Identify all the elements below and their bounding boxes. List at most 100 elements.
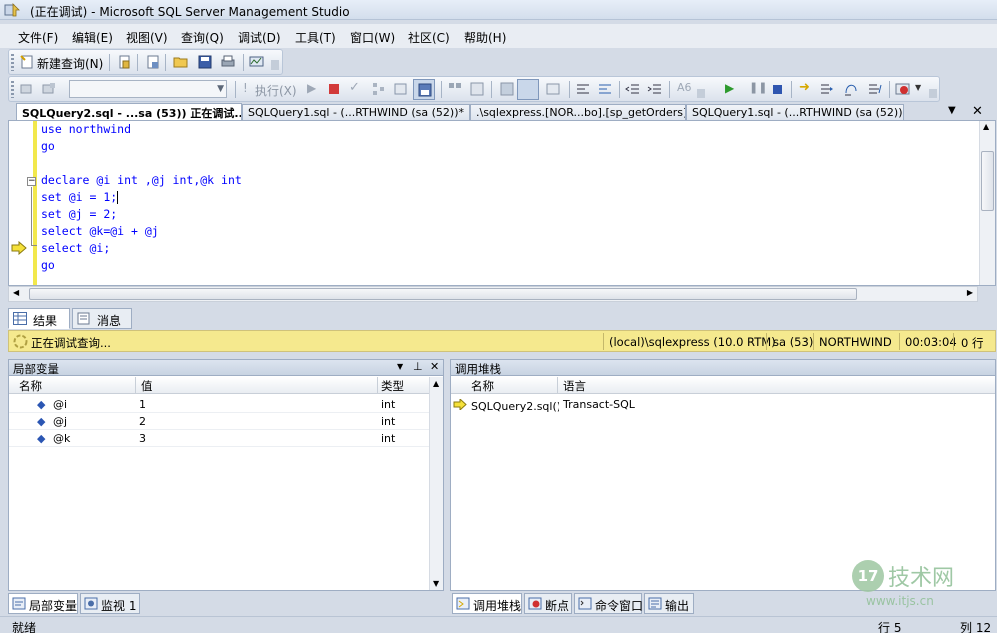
- menu-tools[interactable]: 工具(T): [295, 29, 336, 46]
- scroll-up-icon[interactable]: ▲: [433, 379, 439, 388]
- print-icon[interactable]: [220, 54, 236, 70]
- column-header-type[interactable]: 类型: [381, 378, 404, 394]
- locals-row[interactable]: ◆ @i 1 int: [9, 396, 429, 413]
- save-icon[interactable]: [197, 54, 213, 70]
- variable-value[interactable]: 1: [139, 398, 146, 411]
- parse-check-icon[interactable]: ✓: [349, 80, 360, 95]
- scrollbar-thumb[interactable]: [29, 288, 857, 300]
- column-header-name[interactable]: 名称: [19, 378, 42, 394]
- code-line: declare @i int ,@j int,@k int: [41, 173, 242, 187]
- pause-icon[interactable]: ❚❚: [749, 81, 767, 94]
- scrollbar-thumb[interactable]: [981, 151, 994, 211]
- code-line: go: [41, 258, 55, 272]
- step-out-icon[interactable]: [867, 81, 883, 97]
- collapse-region-icon[interactable]: −: [27, 177, 36, 186]
- change-connection-icon[interactable]: [41, 81, 57, 97]
- ssms-app-icon[interactable]: [4, 2, 20, 18]
- toolbar-overflow-icon[interactable]: [929, 89, 937, 98]
- include-plan-icon[interactable]: [499, 81, 515, 97]
- toolbar-grip[interactable]: [11, 54, 14, 71]
- increase-indent-icon[interactable]: [647, 81, 663, 97]
- database-engine-query-icon[interactable]: [117, 54, 133, 70]
- client-statistics-toggle[interactable]: [517, 79, 539, 100]
- debug-start-icon[interactable]: ▶: [307, 81, 316, 95]
- tab-list-dropdown-icon[interactable]: ▼: [948, 105, 956, 116]
- scroll-up-icon[interactable]: ▲: [983, 122, 989, 131]
- variable-value[interactable]: 3: [139, 432, 146, 445]
- sql-editor[interactable]: − use northwind go declare @i int ,@j in…: [8, 120, 996, 286]
- results-grid-icon[interactable]: [545, 81, 561, 97]
- toolbar-separator: [109, 54, 110, 71]
- editor-horizontal-scrollbar[interactable]: ◀ ▶: [8, 286, 978, 302]
- open-folder-icon[interactable]: [173, 54, 189, 70]
- tab-sqlquery1-modified[interactable]: SQLQuery1.sql - (...RTHWIND (sa (52))*: [242, 104, 470, 120]
- column-divider[interactable]: [135, 377, 136, 394]
- connect-icon[interactable]: [19, 81, 35, 97]
- editor-vertical-scrollbar[interactable]: ▲: [979, 121, 995, 285]
- toolbar-grip[interactable]: [11, 81, 14, 98]
- execute-button[interactable]: 执行(X): [255, 82, 297, 99]
- scroll-right-icon[interactable]: ▶: [967, 288, 973, 297]
- decrease-indent-icon[interactable]: [625, 81, 641, 97]
- scroll-left-icon[interactable]: ◀: [13, 288, 19, 297]
- new-query-button[interactable]: 新建查询(N): [37, 55, 103, 72]
- scroll-down-icon[interactable]: ▼: [433, 579, 439, 588]
- step-into-icon[interactable]: [819, 81, 835, 97]
- menu-file[interactable]: 文件(F): [18, 29, 58, 46]
- editor-gutter[interactable]: [9, 121, 27, 285]
- toolbar-overflow-icon[interactable]: [697, 89, 705, 98]
- breakpoints-window-icon[interactable]: [895, 81, 911, 97]
- tab-messages[interactable]: 消息: [72, 308, 132, 329]
- callstack-row[interactable]: SQLQuery2.sql() 行 Transact-SQL: [451, 396, 995, 413]
- column-divider[interactable]: [557, 377, 558, 394]
- tab-output[interactable]: 输出: [644, 593, 694, 614]
- auto-hide-pin-icon[interactable]: ⊥: [413, 360, 423, 373]
- menu-edit[interactable]: 编辑(E): [72, 29, 113, 46]
- toolbar-overflow-icon[interactable]: [271, 60, 279, 70]
- database-select[interactable]: ▼: [69, 80, 227, 98]
- column-header-value[interactable]: 值: [141, 378, 153, 394]
- menu-window[interactable]: 窗口(W): [350, 29, 395, 46]
- column-divider[interactable]: [377, 377, 378, 394]
- results-to-grid-icon[interactable]: [469, 81, 485, 97]
- display-plan-icon[interactable]: [371, 81, 387, 97]
- tab-call-stack[interactable]: 调用堆栈: [452, 593, 522, 614]
- show-next-statement-icon[interactable]: ➜: [799, 80, 810, 95]
- tab-locals[interactable]: 局部变量: [8, 593, 78, 614]
- close-icon[interactable]: ✕: [430, 360, 439, 373]
- tab-sqlquery2[interactable]: SQLQuery2.sql - ...sa (53)) 正在调试...*: [16, 103, 242, 120]
- chevron-down-icon[interactable]: ▼: [915, 83, 921, 92]
- locals-vertical-scrollbar[interactable]: ▲ ▼: [429, 377, 443, 590]
- column-header-language[interactable]: 语言: [563, 378, 586, 394]
- tab-breakpoints[interactable]: 断点: [524, 593, 572, 614]
- uncomment-icon[interactable]: [597, 81, 613, 97]
- menu-view[interactable]: 视图(V): [126, 29, 168, 46]
- menu-community[interactable]: 社区(C): [408, 29, 450, 46]
- tab-command-window[interactable]: 命令窗口: [574, 593, 643, 614]
- tab-watch1[interactable]: 监视 1: [80, 593, 140, 614]
- locals-row[interactable]: ◆ @k 3 int: [9, 430, 429, 447]
- specify-values-icon[interactable]: A6: [677, 81, 692, 94]
- cancel-query-icon[interactable]: [329, 84, 339, 94]
- executing-spinner-icon: [13, 334, 28, 349]
- stop-debugging-icon[interactable]: [773, 85, 782, 94]
- comment-out-icon[interactable]: [575, 81, 591, 97]
- results-to-text-icon[interactable]: [447, 81, 463, 97]
- column-header-name[interactable]: 名称: [471, 378, 494, 394]
- menu-help[interactable]: 帮助(H): [464, 29, 506, 46]
- tab-sp-getorders[interactable]: .\sqlexpress.[NOR...bo].[sp_getOrders]: [470, 104, 686, 120]
- locals-row[interactable]: ◆ @j 2 int: [9, 413, 429, 430]
- tab-results[interactable]: 结果: [8, 308, 70, 329]
- window-position-dropdown-icon[interactable]: ▼: [397, 362, 403, 371]
- continue-icon[interactable]: ▶: [725, 81, 734, 95]
- tab-sqlquery1[interactable]: SQLQuery1.sql - (...RTHWIND (sa (52)): [686, 104, 904, 120]
- menu-query[interactable]: 查询(Q): [181, 29, 224, 46]
- step-over-icon[interactable]: [843, 81, 859, 97]
- query-designer-icon[interactable]: [393, 81, 409, 97]
- new-file-icon[interactable]: [145, 54, 161, 70]
- close-icon[interactable]: ✕: [972, 104, 983, 119]
- activity-monitor-icon[interactable]: [249, 54, 265, 70]
- variable-value[interactable]: 2: [139, 415, 146, 428]
- menu-debug[interactable]: 调试(D): [238, 29, 281, 46]
- results-to-file-toggle[interactable]: [413, 79, 435, 100]
